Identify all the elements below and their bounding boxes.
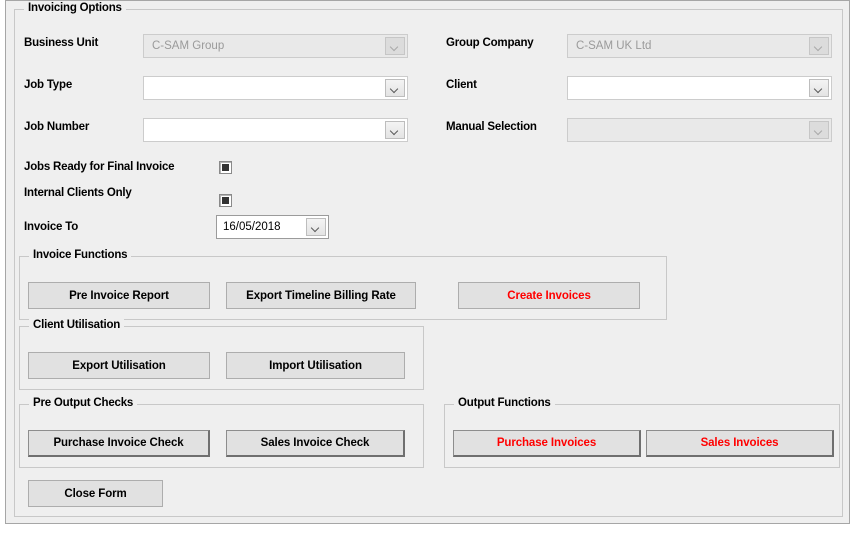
chevron-down-icon — [391, 128, 399, 133]
client-dropdown-button[interactable] — [809, 79, 829, 97]
label-jobs-ready-for-final-invoice: Jobs Ready for Final Invoice — [24, 161, 175, 173]
label-manual-selection: Manual Selection — [446, 121, 537, 133]
invoice-to-value: 16/05/2018 — [223, 221, 281, 233]
label-invoice-to: Invoice To — [24, 221, 79, 233]
chevron-down-icon — [815, 86, 823, 91]
group-invoicing-options-legend: Invoicing Options — [24, 2, 126, 14]
sales-invoice-check-button[interactable]: Sales Invoice Check — [226, 430, 405, 457]
chevron-down-icon — [391, 44, 399, 49]
client-combobox[interactable] — [567, 76, 832, 100]
label-internal-clients-only: Internal Clients Only — [24, 187, 132, 199]
internal-clients-only-checkbox[interactable] — [219, 194, 232, 207]
group-pre-output-checks-legend: Pre Output Checks — [29, 397, 138, 409]
chevron-down-icon — [312, 225, 320, 230]
filled-square-icon — [222, 197, 229, 204]
jobs-ready-for-final-invoice-checkbox[interactable] — [219, 161, 232, 174]
manual-selection-value — [568, 119, 809, 141]
job-type-dropdown-button[interactable] — [385, 79, 405, 97]
job-type-value — [144, 77, 385, 99]
invoice-to-datepicker[interactable]: 16/05/2018 — [216, 215, 329, 239]
export-timeline-billing-rate-button[interactable]: Export Timeline Billing Rate — [226, 282, 416, 309]
business-unit-value: C-SAM Group — [152, 40, 225, 52]
pre-invoice-report-button[interactable]: Pre Invoice Report — [28, 282, 210, 309]
group-invoice-functions-legend: Invoice Functions — [29, 249, 132, 261]
create-invoices-button[interactable]: Create Invoices — [458, 282, 640, 309]
business-unit-dropdown-button[interactable] — [385, 37, 405, 55]
job-number-combobox[interactable] — [143, 118, 408, 142]
client-value — [568, 77, 809, 99]
label-client: Client — [446, 79, 477, 91]
chevron-down-icon — [815, 44, 823, 49]
label-business-unit: Business Unit — [24, 37, 99, 49]
group-client-utilisation-legend: Client Utilisation — [29, 319, 125, 331]
job-type-combobox[interactable] — [143, 76, 408, 100]
group-company-combobox[interactable]: C-SAM UK Ltd — [567, 34, 832, 58]
chevron-down-icon — [815, 128, 823, 133]
group-output-functions-legend: Output Functions — [454, 397, 555, 409]
job-number-dropdown-button[interactable] — [385, 121, 405, 139]
label-group-company: Group Company — [446, 37, 534, 49]
invoice-to-dropdown-button[interactable] — [306, 218, 326, 236]
purchase-invoice-check-button[interactable]: Purchase Invoice Check — [28, 430, 210, 457]
purchase-invoices-button[interactable]: Purchase Invoices — [453, 430, 641, 457]
sales-invoices-button[interactable]: Sales Invoices — [646, 430, 834, 457]
label-job-type: Job Type — [24, 79, 73, 91]
group-company-dropdown-button[interactable] — [809, 37, 829, 55]
import-utilisation-button[interactable]: Import Utilisation — [226, 352, 405, 379]
export-utilisation-button[interactable]: Export Utilisation — [28, 352, 210, 379]
chevron-down-icon — [391, 86, 399, 91]
filled-square-icon — [222, 164, 229, 171]
group-company-value: C-SAM UK Ltd — [576, 40, 652, 52]
invoicing-options-window: Invoicing Options Business Unit C-SAM Gr… — [5, 0, 850, 524]
close-form-button[interactable]: Close Form — [28, 480, 163, 507]
job-number-value — [144, 119, 385, 141]
manual-selection-dropdown-button[interactable] — [809, 121, 829, 139]
label-job-number: Job Number — [24, 121, 90, 133]
manual-selection-combobox[interactable] — [567, 118, 832, 142]
business-unit-combobox[interactable]: C-SAM Group — [143, 34, 408, 58]
